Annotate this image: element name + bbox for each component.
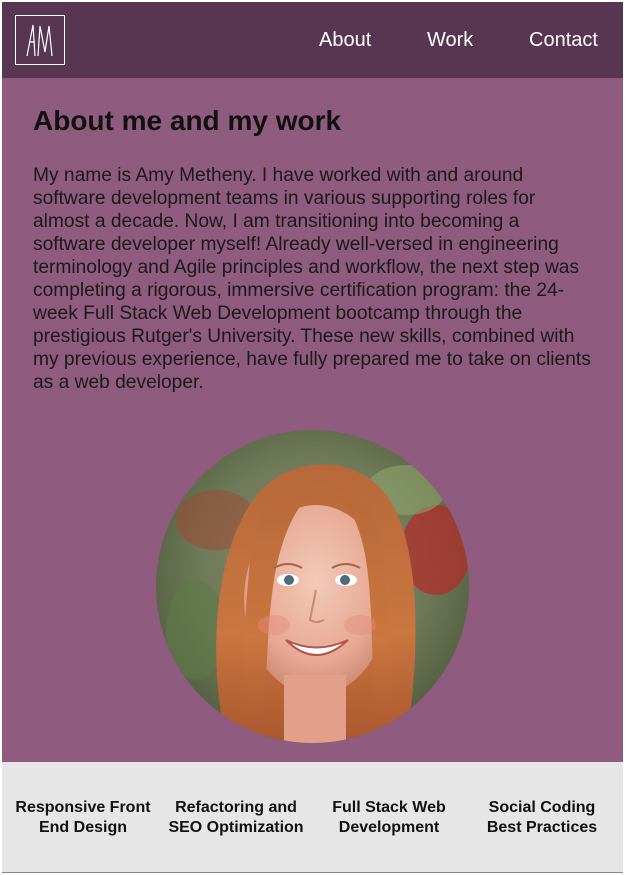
- profile-photo: [156, 430, 469, 743]
- about-section: About me and my work My name is Amy Meth…: [2, 78, 623, 762]
- logo[interactable]: [15, 15, 65, 65]
- skill-item: Full Stack Web Development: [332, 798, 446, 836]
- site-header: About Work Contact: [2, 2, 623, 78]
- skills-band: Responsive Front End Design Refactoring …: [2, 762, 623, 873]
- page: About Work Contact About me and my work …: [2, 2, 623, 873]
- bio-paragraph: My name is Amy Metheny. I have worked wi…: [33, 165, 591, 393]
- logo-monogram-icon: [26, 24, 53, 57]
- skill-item: Social Coding Best Practices: [486, 798, 598, 836]
- profile-photo-image: [156, 430, 469, 743]
- nav-work-link[interactable]: Work: [427, 29, 473, 52]
- nav-contact-link[interactable]: Contact: [529, 29, 598, 52]
- nav-about-link[interactable]: About: [319, 29, 371, 52]
- page-title: About me and my work: [33, 105, 342, 136]
- skill-item: Responsive Front End Design: [15, 798, 151, 836]
- skill-item: Refactoring and SEO Optimization: [168, 798, 304, 836]
